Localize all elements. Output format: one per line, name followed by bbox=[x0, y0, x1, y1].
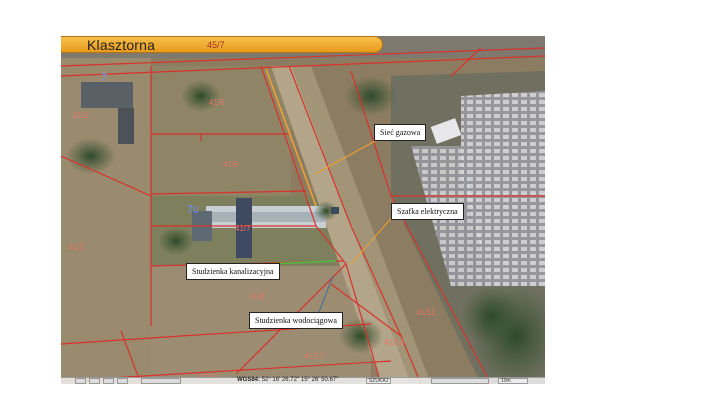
electric-cabinet-callout: Szafka elektryczna bbox=[391, 203, 464, 220]
nav-down-button[interactable] bbox=[103, 378, 114, 384]
search-button[interactable]: SZUKAJ bbox=[366, 378, 392, 384]
parcel-label: 41/17 bbox=[304, 352, 325, 361]
street-banner: Klasztorna 45/7 bbox=[61, 36, 383, 53]
parcel-label: 41/8 bbox=[249, 292, 265, 301]
parcel-label: 41/5 bbox=[209, 98, 225, 107]
aerial-imagery bbox=[61, 36, 545, 384]
gas-network-callout: Sieć gazowa bbox=[374, 124, 427, 141]
parcel-label: 41/1 bbox=[73, 111, 89, 120]
coords-value: 52° 16' 26.72'' 15° 26' 50.67'' bbox=[261, 377, 339, 383]
parcel-label: 41/7 bbox=[235, 224, 251, 233]
map-viewport[interactable]: Klasztorna 45/7 7 7c 41/1 41/5 41/6 41/7… bbox=[61, 36, 545, 384]
zoom-button[interactable] bbox=[141, 378, 181, 384]
search-field[interactable] bbox=[431, 378, 489, 384]
nav-up-button[interactable] bbox=[89, 378, 100, 384]
nav-right-button[interactable] bbox=[117, 378, 128, 384]
nav-left-button[interactable] bbox=[75, 378, 86, 384]
building-number: 7 bbox=[101, 72, 108, 84]
coordinates-readout: WGS84: 52° 16' 26.72'' 15° 26' 50.67'' bbox=[237, 377, 338, 384]
sewer-manhole-callout: Studzienka kanalizacyjna bbox=[186, 263, 280, 280]
water-manhole-callout: Studzienka wodociągowa bbox=[249, 312, 343, 329]
building-number: 7c bbox=[187, 204, 199, 216]
street-name: Klasztorna bbox=[87, 37, 156, 53]
parcel-label: 41/10 bbox=[384, 338, 405, 347]
coords-label: WGS84: bbox=[237, 377, 261, 383]
scale-select[interactable]: 10m bbox=[498, 378, 528, 384]
parcel-label: 41/6 bbox=[223, 160, 239, 169]
street-number: 45/7 bbox=[207, 40, 225, 50]
parcel-label: 41/3 bbox=[68, 243, 84, 252]
parcel-label: 41/11 bbox=[416, 308, 436, 317]
